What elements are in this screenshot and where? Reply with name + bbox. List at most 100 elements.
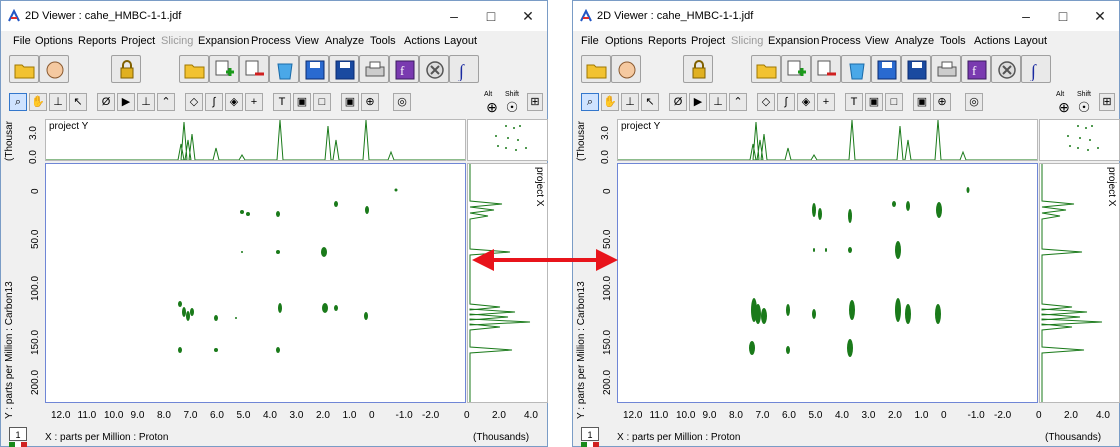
menu-view[interactable]: View <box>865 35 889 47</box>
peak-icon[interactable]: ⌃ <box>729 93 747 111</box>
null-icon[interactable]: Ø <box>669 93 687 111</box>
save-button[interactable] <box>871 55 901 83</box>
lock-button[interactable] <box>111 55 141 83</box>
target-icon[interactable]: ◎ <box>965 93 983 111</box>
process-button[interactable]: f <box>961 55 991 83</box>
center-icon[interactable]: ▣ <box>341 93 359 111</box>
menu-file[interactable]: File <box>13 35 31 47</box>
cancel-button[interactable] <box>991 55 1021 83</box>
pointer-icon[interactable]: ↖ <box>69 93 87 111</box>
target-icon[interactable]: ◎ <box>393 93 411 111</box>
null-icon[interactable]: Ø <box>97 93 115 111</box>
menu-expansion[interactable]: Expansion <box>198 35 249 47</box>
add-data-button[interactable] <box>781 55 811 83</box>
open-folder-button[interactable] <box>581 55 611 83</box>
menu-reports[interactable]: Reports <box>648 35 687 47</box>
plus-icon[interactable]: + <box>817 93 835 111</box>
menu-file[interactable]: File <box>581 35 599 47</box>
page-number-badge[interactable]: 1 <box>9 427 27 441</box>
keyboard-icon[interactable]: ⊞ <box>527 93 543 111</box>
crosshair-icon[interactable]: ⊕ <box>361 93 379 111</box>
box-icon[interactable]: □ <box>313 93 331 111</box>
zoom-icon[interactable]: ⌕ <box>581 93 599 111</box>
process-button[interactable]: f <box>389 55 419 83</box>
center-icon[interactable]: ▣ <box>913 93 931 111</box>
pan-icon[interactable]: ✋ <box>601 93 619 111</box>
print-button[interactable] <box>931 55 961 83</box>
integral-button[interactable]: ∫ <box>1021 55 1051 83</box>
eraser-icon[interactable]: ◈ <box>797 93 815 111</box>
peak-pick-icon[interactable]: ⊥ <box>621 93 639 111</box>
eraser-icon[interactable]: ◈ <box>225 93 243 111</box>
menu-project[interactable]: Project <box>691 35 725 47</box>
frame-icon[interactable]: ▣ <box>293 93 311 111</box>
add-data-button[interactable] <box>209 55 239 83</box>
crosshair-icon[interactable]: ⊕ <box>933 93 951 111</box>
shift-target-icon[interactable]: ☉ <box>1075 99 1093 117</box>
print-button[interactable] <box>359 55 389 83</box>
open-folder-button[interactable] <box>179 55 209 83</box>
close-icon[interactable]: ✕ <box>513 6 543 26</box>
menu-process[interactable]: Process <box>821 35 861 47</box>
save-as-button[interactable] <box>901 55 931 83</box>
contour-plot-panel[interactable] <box>45 163 466 403</box>
peak-pick-icon[interactable]: ⊥ <box>49 93 67 111</box>
select-arrow-icon[interactable]: ▶ <box>689 93 707 111</box>
box-icon[interactable]: □ <box>885 93 903 111</box>
hand-tool-button[interactable] <box>611 55 641 83</box>
hand-tool-button[interactable] <box>39 55 69 83</box>
cancel-button[interactable] <box>419 55 449 83</box>
contour-plot-panel[interactable] <box>617 163 1038 403</box>
save-button[interactable] <box>299 55 329 83</box>
plus-icon[interactable]: + <box>245 93 263 111</box>
page-number-badge[interactable]: 1 <box>581 427 599 441</box>
zoom-icon[interactable]: ⌕ <box>9 93 27 111</box>
keyboard-icon[interactable]: ⊞ <box>1099 93 1115 111</box>
integral-small-icon[interactable]: ∫ <box>777 93 795 111</box>
text-icon[interactable]: T <box>273 93 291 111</box>
integral-button[interactable]: ∫ <box>449 55 479 83</box>
remove-data-button[interactable] <box>811 55 841 83</box>
menu-layout[interactable]: Layout <box>1014 35 1047 47</box>
pan-icon[interactable]: ✋ <box>29 93 47 111</box>
alt-crosshair-icon[interactable]: ⊕ <box>483 99 501 117</box>
open-folder-button[interactable] <box>751 55 781 83</box>
trash-button[interactable] <box>841 55 871 83</box>
maximize-icon[interactable]: □ <box>476 6 506 26</box>
integral-small-icon[interactable]: ∫ <box>205 93 223 111</box>
menu-layout[interactable]: Layout <box>444 35 477 47</box>
peak-icon[interactable]: ⌃ <box>157 93 175 111</box>
minimize-icon[interactable]: – <box>439 6 469 26</box>
menu-actions[interactable]: Actions <box>404 35 440 47</box>
menu-analyze[interactable]: Analyze <box>895 35 934 47</box>
open-folder-button[interactable] <box>9 55 39 83</box>
minimize-icon[interactable]: – <box>1011 6 1041 26</box>
maximize-icon[interactable]: □ <box>1048 6 1078 26</box>
menu-view[interactable]: View <box>295 35 319 47</box>
remove-data-button[interactable] <box>239 55 269 83</box>
menu-reports[interactable]: Reports <box>78 35 117 47</box>
menu-actions[interactable]: Actions <box>974 35 1010 47</box>
diamond-icon[interactable]: ◇ <box>185 93 203 111</box>
menu-expansion[interactable]: Expansion <box>768 35 819 47</box>
save-as-button[interactable] <box>329 55 359 83</box>
menu-options[interactable]: Options <box>35 35 73 47</box>
text-icon[interactable]: T <box>845 93 863 111</box>
menu-analyze[interactable]: Analyze <box>325 35 364 47</box>
baseline-icon[interactable]: ⊥ <box>137 93 155 111</box>
shift-target-icon[interactable]: ☉ <box>503 99 521 117</box>
menu-project[interactable]: Project <box>121 35 155 47</box>
lock-button[interactable] <box>683 55 713 83</box>
alt-crosshair-icon[interactable]: ⊕ <box>1055 99 1073 117</box>
trash-button[interactable] <box>269 55 299 83</box>
close-icon[interactable]: ✕ <box>1085 6 1115 26</box>
menu-tools[interactable]: Tools <box>370 35 396 47</box>
menu-process[interactable]: Process <box>251 35 291 47</box>
select-arrow-icon[interactable]: ▶ <box>117 93 135 111</box>
pointer-icon[interactable]: ↖ <box>641 93 659 111</box>
baseline-icon[interactable]: ⊥ <box>709 93 727 111</box>
diamond-icon[interactable]: ◇ <box>757 93 775 111</box>
menu-tools[interactable]: Tools <box>940 35 966 47</box>
frame-icon[interactable]: ▣ <box>865 93 883 111</box>
menu-options[interactable]: Options <box>605 35 643 47</box>
